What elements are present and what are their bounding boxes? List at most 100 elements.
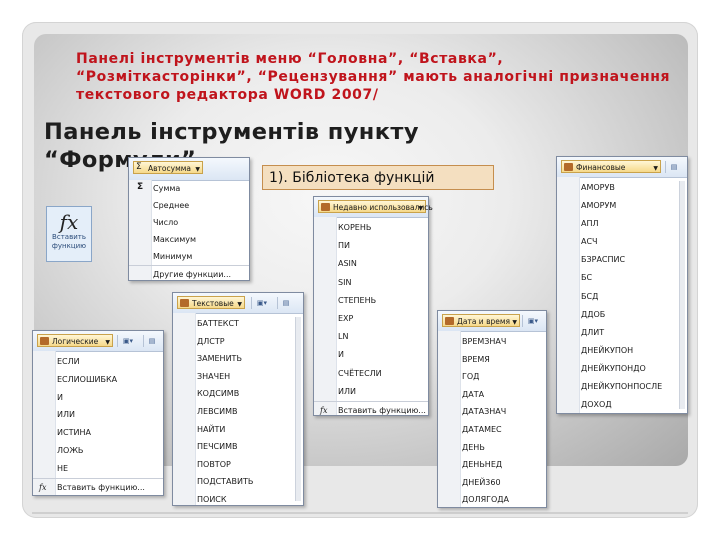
autosum-menu-header: Σ Автосумма ▼ [129, 158, 249, 181]
recent-list: КОРЕНЬ ПИ ASIN SIN СТЕПЕНЬ EXP LN И СЧЁТ… [314, 219, 428, 420]
logical-function-item[interactable]: ЛОЖЬ [33, 442, 163, 460]
financial-function-item[interactable]: ДНЕЙКУПОН [557, 342, 687, 360]
recent-dropdown[interactable]: Недавно использовались ▼ [318, 200, 433, 213]
lookup-reference-icon[interactable]: ▣▾ [251, 297, 272, 309]
sigma-icon: Σ [136, 162, 142, 172]
slide-title-line-1: Панель інструментів пункту [44, 119, 419, 145]
autosum-item[interactable]: Число [129, 214, 249, 231]
recent-function-item[interactable]: SIN [314, 274, 428, 292]
math-icon[interactable]: ▤ [277, 297, 294, 309]
recent-function-item[interactable]: LN [314, 328, 428, 346]
financial-menu: Финансовые ▼ ▤ АМОРУВ АМОРУМ АПЛ АСЧ БЗР… [556, 156, 688, 414]
text-function-item[interactable]: ПОДСТАВИТЬ [173, 473, 303, 491]
financial-function-item[interactable]: ДНЕЙКУПОНПОСЛЕ [557, 378, 687, 396]
datetime-function-item[interactable]: ДНЕЙ360 [438, 474, 546, 492]
financial-function-item[interactable]: АПЛ [557, 215, 687, 233]
logical-function-item[interactable]: НЕ [33, 460, 163, 478]
financial-dropdown[interactable]: Финансовые ▼ [561, 160, 661, 173]
autosum-dropdown-label: Автосумма [148, 164, 191, 173]
recent-function-item[interactable]: ASIN [314, 255, 428, 273]
recent-menu: Недавно использовались ▼ КОРЕНЬ ПИ ASIN … [313, 196, 433, 416]
insert-function-caption-1: Вставить [52, 233, 86, 241]
chevron-down-icon: ▼ [418, 205, 423, 212]
recent-function-item[interactable]: ПИ [314, 237, 428, 255]
financial-function-item[interactable]: ДЛИТ [557, 324, 687, 342]
text-dropdown[interactable]: Текстовые ▼ [177, 296, 245, 309]
logical-function-item[interactable]: ЕСЛИ [33, 353, 163, 371]
logical-function-item[interactable]: ИЛИ [33, 406, 163, 424]
autosum-item[interactable]: Сумма [129, 180, 249, 197]
chevron-down-icon: ▼ [653, 165, 658, 172]
financial-function-item[interactable]: АМОРУВ [557, 179, 687, 197]
financial-icon [564, 163, 573, 171]
datetime-function-item[interactable]: ДАТАМЕС [438, 421, 546, 439]
text-function-item[interactable]: ЗАМЕНИТЬ [173, 350, 303, 368]
text-function-item[interactable]: ДЛСТР [173, 333, 303, 351]
datetime-function-item[interactable]: ДАТАЗНАЧ [438, 403, 546, 421]
financial-function-item[interactable]: БСД [557, 288, 687, 306]
datetime-function-item[interactable]: ГОД [438, 368, 546, 386]
logical-insert-function[interactable]: fx Вставить функцию... [33, 477, 163, 497]
text-function-item[interactable]: ЗНАЧЕН [173, 368, 303, 386]
financial-function-item[interactable]: ДДОБ [557, 306, 687, 324]
more-functions-icon[interactable]: ▤ [665, 161, 682, 173]
datetime-function-item[interactable]: ДАТА [438, 386, 546, 404]
datetime-menu: Дата и время ▼ ▣▾ ВРЕМЗНАЧ ВРЕМЯ ГОД ДАТ… [437, 310, 547, 508]
financial-function-item[interactable]: БЗРАСПИС [557, 251, 687, 269]
insert-function-button[interactable]: fx Вставить функцию [46, 206, 92, 262]
text-list: БАТТЕКСТ ДЛСТР ЗАМЕНИТЬ ЗНАЧЕН КОДСИМВ Л… [173, 315, 303, 509]
recent-functions-icon [321, 203, 330, 211]
datetime-function-item[interactable]: ДОЛЯГОДА [438, 491, 546, 509]
recent-function-item[interactable]: ИЛИ [314, 383, 428, 401]
financial-function-item[interactable]: БС [557, 269, 687, 287]
autosum-more-functions[interactable]: Другие функции... [129, 265, 249, 283]
financial-function-item[interactable]: АМОРУМ [557, 197, 687, 215]
datetime-dropdown[interactable]: Дата и время ▼ [442, 314, 520, 327]
financial-function-item[interactable]: ДНЕЙКУПОНДО [557, 360, 687, 378]
text-scrollbar[interactable] [295, 317, 301, 501]
autosum-item[interactable]: Максимум [129, 231, 249, 248]
autosum-dropdown[interactable]: Σ Автосумма ▼ [133, 161, 203, 174]
autosum-item[interactable]: Минимум [129, 248, 249, 265]
recent-function-item[interactable]: И [314, 346, 428, 364]
text-menu: Текстовые ▼ ▣▾ ▤ БАТТЕКСТ ДЛСТР ЗАМЕНИТЬ… [172, 292, 304, 506]
datetime-menu-header: Дата и время ▼ ▣▾ [438, 311, 546, 332]
autosum-list: Сумма Среднее Число Максимум Минимум Дру… [129, 180, 249, 283]
datetime-function-item[interactable]: ДЕНЬ [438, 439, 546, 457]
financial-function-item[interactable]: ДОХОД [557, 396, 687, 414]
datetime-function-item[interactable]: ДЕНЬНЕД [438, 456, 546, 474]
recent-insert-function[interactable]: fx Вставить функцию... [314, 401, 428, 420]
datetime-function-item[interactable]: ВРЕМЗНАЧ [438, 333, 546, 351]
lookup-reference-icon[interactable]: ▣▾ [117, 335, 138, 347]
financial-menu-header: Финансовые ▼ ▤ [557, 157, 687, 178]
recent-function-item[interactable]: СЧЁТЕСЛИ [314, 365, 428, 383]
logical-function-item[interactable]: И [33, 389, 163, 407]
datetime-function-item[interactable]: ВРЕМЯ [438, 351, 546, 369]
text-function-item[interactable]: БАТТЕКСТ [173, 315, 303, 333]
autosum-item[interactable]: Среднее [129, 197, 249, 214]
date-time-icon [445, 317, 454, 325]
recent-function-item[interactable]: КОРЕНЬ [314, 219, 428, 237]
text-function-item[interactable]: ПЕЧСИМВ [173, 438, 303, 456]
chevron-down-icon: ▼ [105, 339, 110, 346]
logical-function-item[interactable]: ЕСЛИОШИБКА [33, 371, 163, 389]
intro-text: Панелі інструментів меню “Головна”, “Вст… [76, 51, 671, 103]
logical-dropdown[interactable]: Логические ▼ [37, 334, 113, 347]
logical-functions-icon [40, 337, 49, 345]
recent-function-item[interactable]: EXP [314, 310, 428, 328]
text-function-item[interactable]: НАЙТИ [173, 421, 303, 439]
chevron-down-icon: ▼ [237, 301, 242, 308]
financial-scrollbar[interactable] [679, 181, 685, 409]
financial-function-item[interactable]: АСЧ [557, 233, 687, 251]
text-function-item[interactable]: КОДСИМВ [173, 385, 303, 403]
autosum-menu: Σ Автосумма ▼ Σ Сумма Среднее Число Макс… [128, 157, 250, 281]
recent-function-item[interactable]: СТЕПЕНЬ [314, 292, 428, 310]
more-functions-icon[interactable]: ▣▾ [522, 315, 543, 327]
datetime-dropdown-label: Дата и время [457, 317, 511, 326]
fx-icon: fx [320, 406, 328, 416]
logical-function-item[interactable]: ИСТИНА [33, 424, 163, 442]
math-icon[interactable]: ▤ [143, 335, 160, 347]
text-function-item[interactable]: ПОИСК [173, 491, 303, 509]
text-function-item[interactable]: ПОВТОР [173, 456, 303, 474]
text-function-item[interactable]: ЛЕВСИМВ [173, 403, 303, 421]
